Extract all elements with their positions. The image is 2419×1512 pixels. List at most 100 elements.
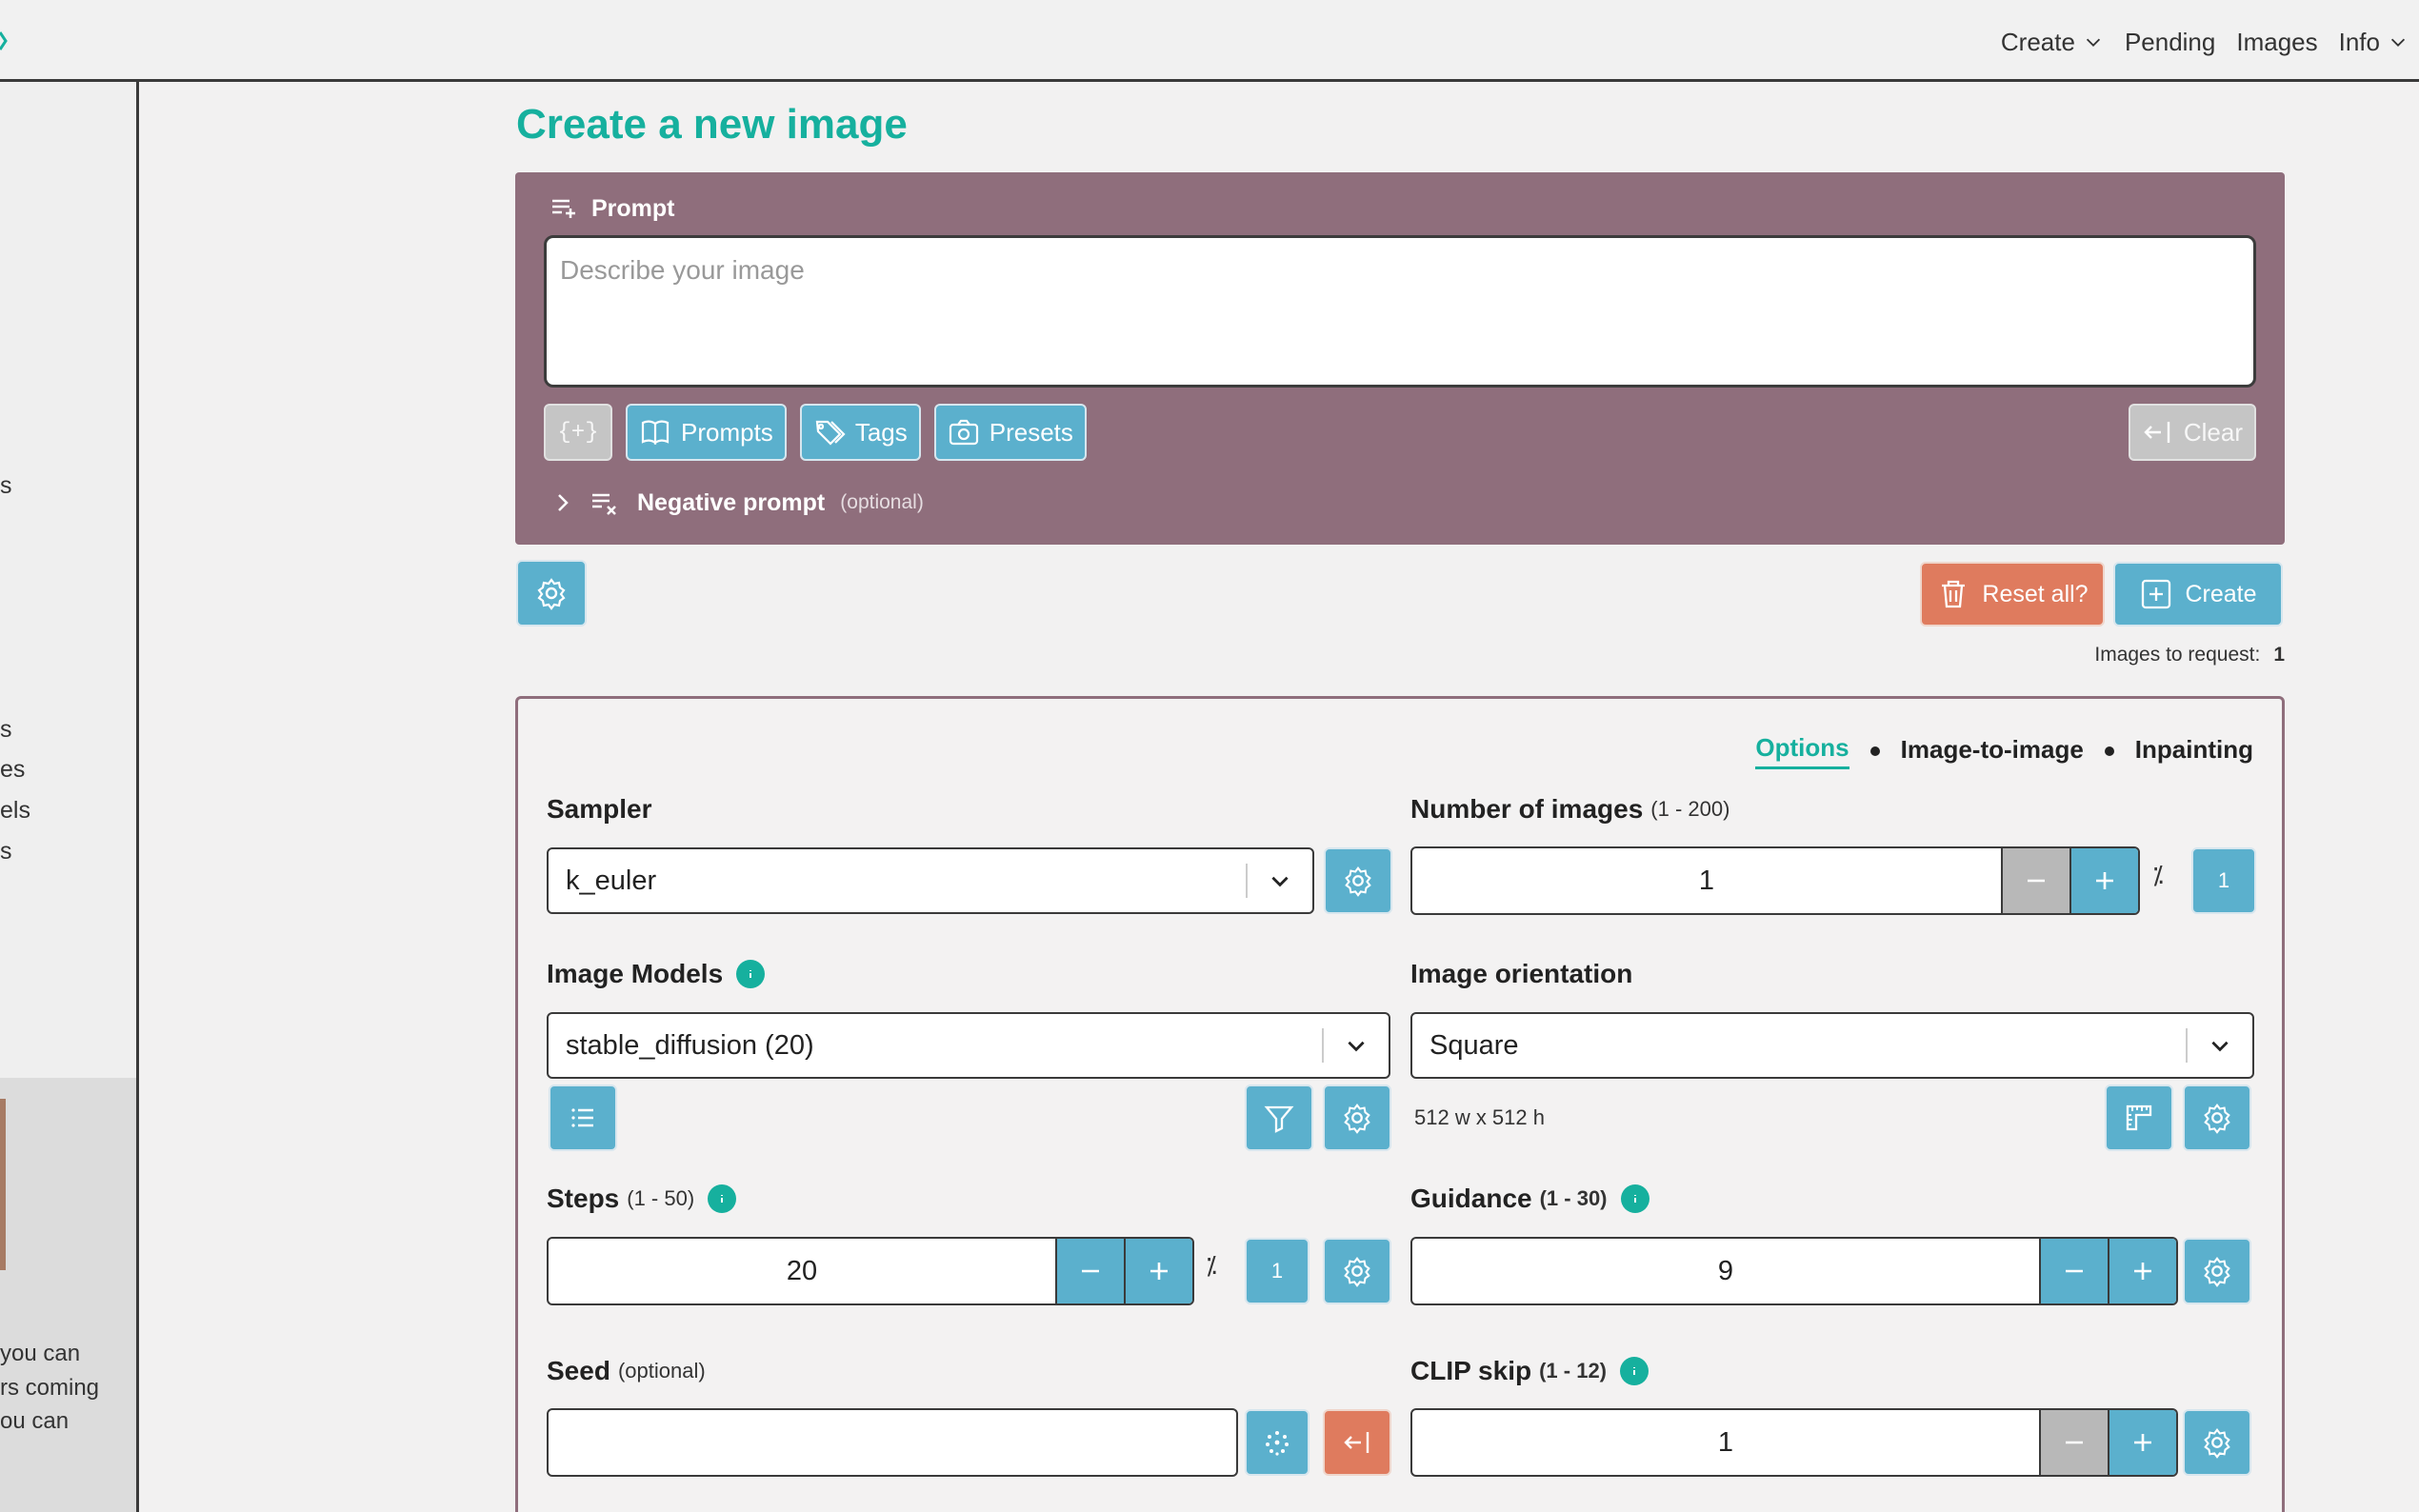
num-images-stepper[interactable]: 1 xyxy=(1410,846,2140,915)
steps-value[interactable]: 20 xyxy=(549,1239,1055,1303)
clip-skip-label-text: CLIP skip xyxy=(1410,1356,1532,1385)
seed-optional: (optional) xyxy=(617,1359,706,1383)
steps-settings-button[interactable] xyxy=(1323,1238,1391,1304)
info-icon[interactable] xyxy=(1620,1357,1649,1385)
steps-increment[interactable] xyxy=(1124,1239,1192,1303)
prompt-textarea[interactable] xyxy=(544,235,2256,388)
clip-skip-decrement[interactable] xyxy=(2039,1410,2108,1475)
chevron-down-icon xyxy=(1248,868,1312,893)
seed-input[interactable] xyxy=(547,1408,1238,1477)
clip-skip-label: CLIP skip (1 - 12) xyxy=(1410,1356,1649,1386)
chevron-down-icon xyxy=(1324,1033,1389,1058)
nav-pending-link[interactable]: Pending xyxy=(2114,21,2226,63)
reset-all-button[interactable]: Reset all? xyxy=(1920,562,2105,627)
top-navigation: Create Pending Images Info xyxy=(0,0,2419,82)
num-images-multiplier-button[interactable]: 1 xyxy=(2191,847,2256,914)
models-filter-button[interactable] xyxy=(1245,1084,1313,1151)
trash-icon xyxy=(1936,577,1970,611)
models-list-button[interactable] xyxy=(549,1084,617,1151)
models-settings-button[interactable] xyxy=(1323,1084,1391,1151)
nav-info-label: Info xyxy=(2338,27,2380,56)
sidebar-item[interactable]: els xyxy=(0,797,30,825)
sampler-select[interactable]: k_euler xyxy=(547,847,1314,914)
negative-prompt-optional: (optional) xyxy=(840,491,924,513)
tab-separator xyxy=(2104,746,2114,756)
minus-icon xyxy=(1082,1269,1099,1273)
chevron-right-icon xyxy=(551,491,574,514)
gear-icon xyxy=(1340,1254,1374,1288)
image-models-label: Image Models xyxy=(547,959,766,989)
gear-icon xyxy=(1341,864,1375,898)
guidance-decrement[interactable] xyxy=(2039,1239,2108,1303)
settings-button[interactable] xyxy=(516,560,587,627)
orientation-select[interactable]: Square xyxy=(1410,1012,2254,1079)
chevron-down-icon xyxy=(2083,31,2104,52)
guidance-range: (1 - 30) xyxy=(1539,1186,1608,1210)
minus-icon xyxy=(2028,879,2045,883)
clip-skip-increment[interactable] xyxy=(2108,1410,2176,1475)
num-images-decrement[interactable] xyxy=(2001,848,2069,913)
guidance-stepper[interactable]: 9 xyxy=(1410,1237,2178,1305)
clip-skip-settings-button[interactable] xyxy=(2183,1409,2251,1476)
arrow-bar-left-icon xyxy=(1340,1425,1374,1460)
sampler-value: k_euler xyxy=(566,865,657,896)
sidebar-item[interactable]: s xyxy=(0,472,12,500)
num-images-range: (1 - 200) xyxy=(1650,797,1730,821)
nav-pending-label: Pending xyxy=(2124,27,2216,56)
prompt-toolbar: {+} Prompts Tags Presets xyxy=(544,404,1087,461)
style-preset-button[interactable]: {+} xyxy=(544,404,612,461)
sidebar-item[interactable]: es xyxy=(0,756,25,784)
arrow-bar-left-icon xyxy=(2142,416,2174,448)
presets-button-label: Presets xyxy=(989,417,1073,447)
create-button[interactable]: Create xyxy=(2113,562,2283,627)
prompt-header: Prompt xyxy=(550,193,675,224)
minus-icon xyxy=(2066,1269,2083,1273)
tab-image-to-image[interactable]: Image-to-image xyxy=(1901,735,2084,768)
info-icon[interactable] xyxy=(1620,1184,1649,1213)
orientation-settings-button[interactable] xyxy=(2183,1084,2251,1151)
nav-images-link[interactable]: Images xyxy=(2226,21,2328,63)
negative-prompt-toggle[interactable]: Negative prompt (optional) xyxy=(551,487,924,519)
clip-skip-stepper[interactable]: 1 xyxy=(1410,1408,2178,1477)
steps-stepper[interactable]: 20 xyxy=(547,1237,1194,1305)
clip-skip-value[interactable]: 1 xyxy=(1412,1410,2039,1475)
logo-fragment[interactable] xyxy=(0,25,10,57)
info-icon[interactable] xyxy=(708,1184,737,1213)
image-models-select[interactable]: stable_diffusion (20) xyxy=(547,1012,1390,1079)
sidebar-item[interactable]: s xyxy=(0,716,12,744)
sidebar-item[interactable]: s xyxy=(0,838,12,865)
tags-button[interactable]: Tags xyxy=(799,404,921,461)
guidance-settings-button[interactable] xyxy=(2183,1238,2251,1304)
image-models-value: stable_diffusion (20) xyxy=(566,1029,814,1061)
tab-options[interactable]: Options xyxy=(1755,733,1849,769)
guidance-increment[interactable] xyxy=(2108,1239,2176,1303)
book-icon xyxy=(639,416,671,448)
custom-dimensions-button[interactable] xyxy=(2105,1084,2173,1151)
num-images-label: Number of images (1 - 200) xyxy=(1410,794,1729,825)
prompts-button[interactable]: Prompts xyxy=(626,404,787,461)
clear-seed-button[interactable] xyxy=(1323,1409,1391,1476)
steps-multiplier-button[interactable]: 1 xyxy=(1245,1238,1309,1304)
nav-create-label: Create xyxy=(2000,27,2075,56)
num-images-increment[interactable] xyxy=(2069,848,2138,913)
steps-decrement[interactable] xyxy=(1055,1239,1124,1303)
clear-button[interactable]: Clear xyxy=(2128,404,2256,461)
presets-button[interactable]: Presets xyxy=(933,404,1087,461)
num-images-value[interactable]: 1 xyxy=(1412,848,2001,913)
nav-info-menu[interactable]: Info xyxy=(2329,21,2419,63)
info-icon[interactable] xyxy=(736,960,766,988)
guidance-value[interactable]: 9 xyxy=(1412,1239,2039,1303)
negative-prompt-label: Negative prompt xyxy=(637,488,826,516)
steps-range: (1 - 50) xyxy=(627,1186,695,1210)
curly-braces-label: {+} xyxy=(557,419,599,446)
sidebar: s s es els s you can rs coming ou can ON xyxy=(0,82,139,1512)
random-seed-button[interactable] xyxy=(1245,1409,1309,1476)
clip-skip-range: (1 - 12) xyxy=(1539,1359,1608,1383)
promo-text-line: ou can xyxy=(0,1408,70,1434)
nav-create-menu[interactable]: Create xyxy=(1990,21,2114,63)
sampler-settings-button[interactable] xyxy=(1324,847,1392,914)
seed-label-text: Seed xyxy=(547,1356,610,1385)
nav-images-label: Images xyxy=(2236,27,2318,56)
options-tabs: Options Image-to-image Inpainting xyxy=(1755,733,2253,769)
tab-inpainting[interactable]: Inpainting xyxy=(2135,735,2253,768)
